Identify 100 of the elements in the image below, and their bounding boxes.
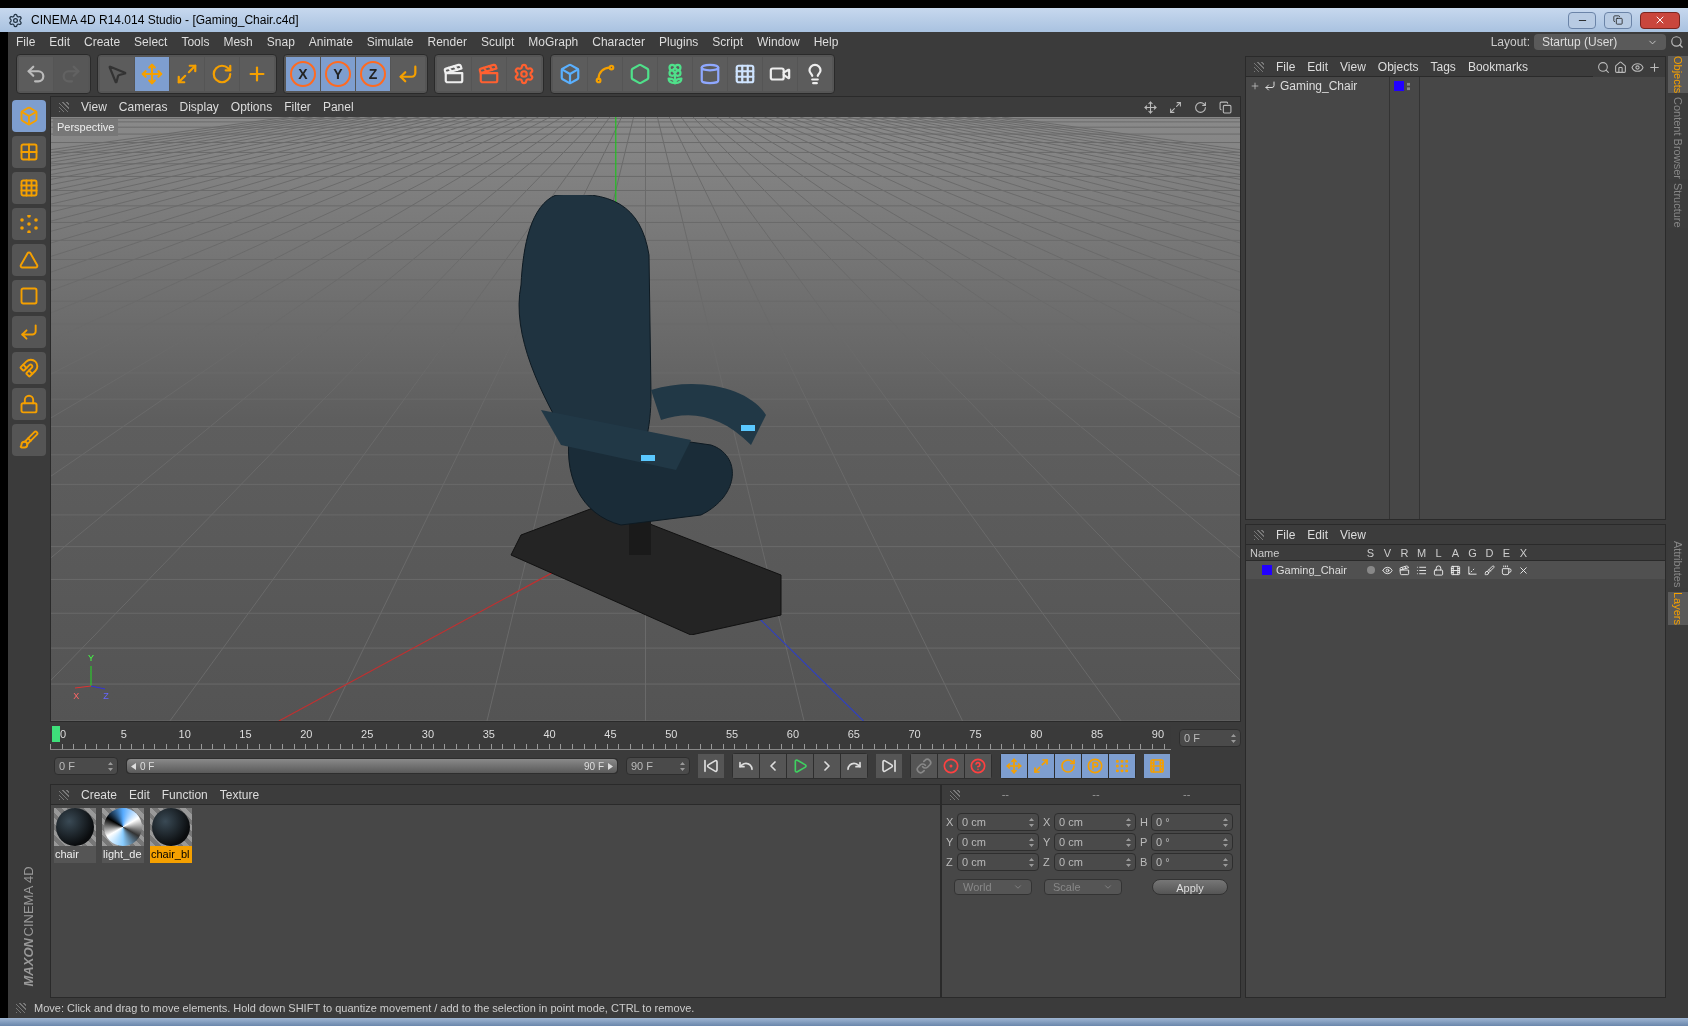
close-button[interactable] (1640, 11, 1680, 29)
pan-icon[interactable] (1144, 100, 1157, 114)
home-icon[interactable] (1614, 60, 1627, 74)
spinner-arrows-icon[interactable] (1029, 837, 1034, 847)
menu-item[interactable]: Options (230, 98, 273, 116)
coordinate-field[interactable]: 0 cm (1054, 813, 1136, 831)
mode-button[interactable] (12, 388, 46, 420)
layer-toggle-icon[interactable] (1399, 564, 1410, 576)
menu-item[interactable]: MoGraph (528, 33, 579, 51)
tool-button[interactable] (763, 57, 797, 91)
spinner-arrows-icon[interactable] (1223, 857, 1228, 867)
menu-item[interactable]: Mesh (223, 33, 253, 51)
layer-toggle-icon[interactable] (1467, 564, 1478, 576)
layer-name[interactable]: Gaming_Chair (1276, 561, 1347, 579)
menu-item[interactable]: Filter (284, 98, 311, 116)
menu-item[interactable]: View (1340, 57, 1366, 76)
menu-item[interactable]: File (16, 33, 36, 51)
mode-button[interactable] (12, 280, 46, 312)
menu-item[interactable]: Tools (181, 33, 210, 51)
current-frame-field[interactable]: 0 F (1179, 729, 1241, 747)
object-name[interactable]: Gaming_Chair (1280, 77, 1358, 95)
layout-dropdown[interactable]: Startup (User) (1534, 34, 1666, 50)
spinner-arrows-icon[interactable] (108, 761, 113, 771)
mode-button[interactable] (12, 136, 46, 168)
menu-item[interactable]: Objects (1377, 57, 1419, 76)
menu-item[interactable]: Bookmarks (1467, 57, 1528, 76)
layer-toggle-icon[interactable] (1382, 564, 1393, 576)
eye-icon[interactable] (1631, 60, 1644, 74)
menu-item[interactable]: Render (427, 33, 467, 51)
spinner-arrows-icon[interactable] (1126, 837, 1131, 847)
tool-button[interactable] (437, 57, 471, 91)
search-icon[interactable] (1597, 60, 1610, 74)
spinner-arrows-icon[interactable] (1223, 837, 1228, 847)
menu-item[interactable]: Cameras (118, 98, 168, 116)
expand-icon[interactable] (1250, 81, 1260, 91)
layer-toggle-icon[interactable] (1501, 564, 1512, 576)
coordinate-field[interactable]: 0 cm (957, 853, 1039, 871)
tool-button[interactable] (728, 57, 762, 91)
end-frame-field[interactable]: 90 F (626, 757, 690, 775)
layer-toggle-icon[interactable] (1450, 564, 1461, 576)
timeline-ruler[interactable]: 0 5 10 15 20 25 30 35 40 45 50 55 60 65 70 75 80 85 90 (50, 726, 1171, 750)
menu-item[interactable]: Script (712, 33, 743, 51)
visibility-dots-icon[interactable] (1406, 81, 1411, 91)
menu-item[interactable]: Display (179, 98, 219, 116)
start-frame-field[interactable]: 0 F (54, 757, 118, 775)
new-window-icon[interactable] (1648, 60, 1661, 74)
coordinate-field[interactable]: 0 cm (1054, 853, 1136, 871)
layer-toggle-icon[interactable] (1433, 564, 1444, 576)
left-arrow-icon[interactable] (131, 762, 136, 770)
transport-button[interactable] (698, 754, 724, 778)
panel-grip[interactable] (950, 789, 960, 800)
menu-item[interactable]: Simulate (366, 33, 414, 51)
transport-button[interactable] (760, 754, 786, 778)
mode-button[interactable] (12, 316, 46, 348)
menu-item[interactable]: Help (813, 33, 839, 51)
panel-grip[interactable] (59, 789, 69, 800)
layer-toggle-icon[interactable] (1518, 564, 1529, 576)
spinner-arrows-icon[interactable] (1231, 733, 1236, 743)
tool-button[interactable] (391, 57, 425, 91)
transport-button[interactable] (814, 754, 840, 778)
menu-item[interactable]: Create (84, 33, 121, 51)
axis-toggle[interactable]: Z (356, 57, 390, 91)
layout-icon[interactable] (1219, 100, 1232, 114)
panel-grip[interactable] (1254, 61, 1264, 72)
menu-item[interactable]: View (81, 98, 107, 116)
material-swatch[interactable]: light_de (102, 808, 144, 863)
transport-button[interactable] (733, 754, 759, 778)
transport-button[interactable] (841, 754, 867, 778)
coordinate-field[interactable]: 0 ° (1151, 813, 1233, 831)
spinner-arrows-icon[interactable] (1126, 857, 1131, 867)
menu-item[interactable]: Function (161, 785, 208, 804)
menu-item[interactable]: Plugins (658, 33, 699, 51)
menu-item[interactable]: Edit (49, 33, 71, 51)
spinner-arrows-icon[interactable] (1223, 817, 1228, 827)
axis-toggle[interactable]: X (286, 57, 320, 91)
menu-item[interactable]: Panel (322, 98, 354, 116)
panel-grip[interactable] (16, 1003, 26, 1013)
range-slider[interactable]: 0 F 90 F (127, 759, 617, 773)
layer-toggle-icon[interactable] (1484, 564, 1495, 576)
zoom-icon[interactable] (1169, 100, 1182, 114)
right-arrow-icon[interactable] (608, 762, 613, 770)
transport-button[interactable] (876, 754, 902, 778)
menu-item[interactable]: Texture (219, 785, 260, 804)
coordinate-field[interactable]: 0 cm (957, 813, 1039, 831)
transport-button[interactable] (787, 754, 813, 778)
mode-button[interactable] (12, 244, 46, 276)
spinner-arrows-icon[interactable] (1029, 857, 1034, 867)
panel-grip[interactable] (1254, 529, 1264, 540)
spinner-arrows-icon[interactable] (1126, 817, 1131, 827)
orbit-icon[interactable] (1194, 100, 1207, 114)
menu-item[interactable]: Tags (1430, 57, 1456, 76)
menu-item[interactable]: Snap (266, 33, 295, 51)
menu-item[interactable]: File (1276, 525, 1296, 544)
tool-button[interactable] (170, 57, 204, 91)
tool-button[interactable] (658, 57, 692, 91)
material-swatch[interactable]: chair (54, 808, 96, 863)
menu-item[interactable]: View (1340, 525, 1366, 544)
tool-button[interactable] (240, 57, 274, 91)
spinner-arrows-icon[interactable] (1029, 817, 1034, 827)
menu-item[interactable]: Edit (1307, 525, 1329, 544)
